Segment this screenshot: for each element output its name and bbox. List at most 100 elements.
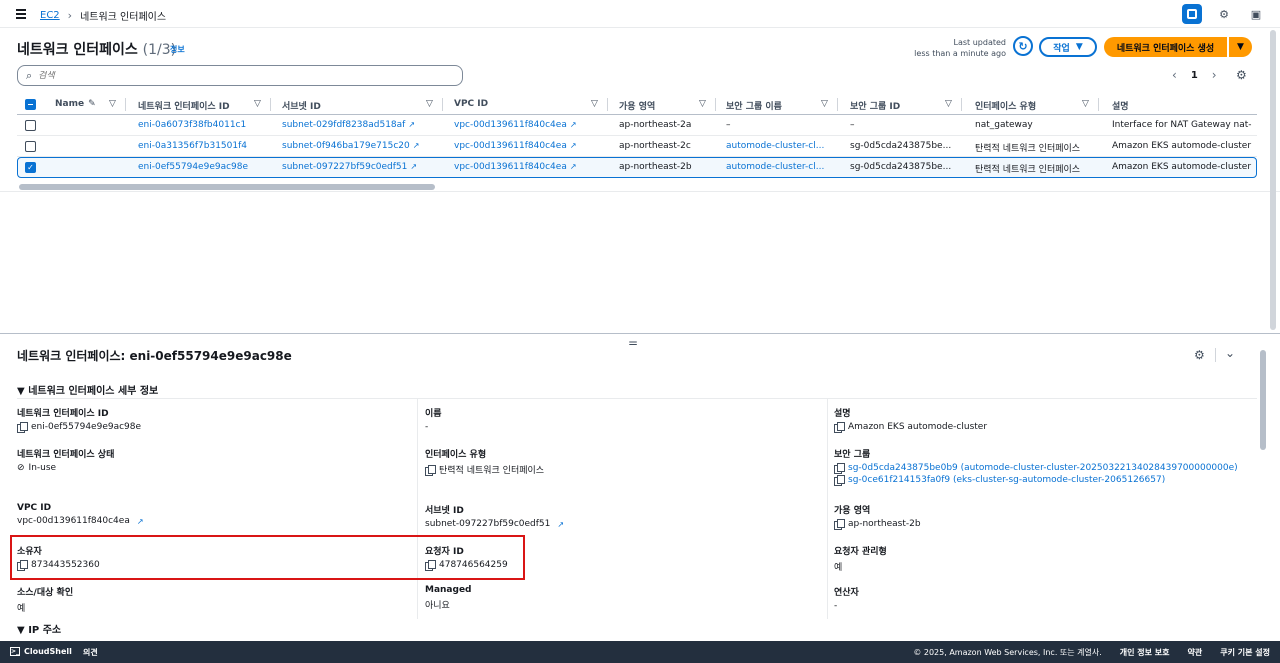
column-divider[interactable] bbox=[607, 98, 608, 111]
sort-icon[interactable]: ▽ bbox=[821, 99, 828, 109]
column-header-sg-id[interactable]: 보안 그룹 ID bbox=[850, 99, 900, 112]
eni-id-link[interactable]: eni-0a6073f38fb4011c1 bbox=[138, 120, 246, 130]
actions-dropdown-button[interactable]: 작업 ▼ bbox=[1039, 37, 1097, 57]
privacy-link[interactable]: 개인 정보 보호 bbox=[1120, 647, 1170, 658]
copy-icon[interactable] bbox=[834, 422, 845, 433]
cloudshell-button[interactable]: >_ CloudShell bbox=[10, 647, 72, 656]
ip-address-section-toggle[interactable]: ▼ IP 주소 bbox=[17, 621, 61, 636]
field-availability-zone: 가용 영역 ap-northeast-2b bbox=[834, 503, 921, 530]
search-field[interactable]: ⌕ bbox=[17, 65, 463, 86]
detail-vertical-scrollbar[interactable] bbox=[1260, 350, 1266, 450]
sort-icon[interactable]: ▽ bbox=[109, 99, 116, 109]
select-all-checkbox[interactable] bbox=[25, 99, 36, 110]
refresh-button[interactable]: ↻ bbox=[1013, 36, 1033, 56]
column-header-subnet-id[interactable]: 서브넷 ID bbox=[282, 99, 321, 112]
table-row[interactable]: eni-0a6073f38fb4011c1 subnet-029fdf8238a… bbox=[17, 115, 1257, 136]
column-header-label: 설명 bbox=[1112, 102, 1129, 112]
gear-icon[interactable]: ⚙ bbox=[1194, 348, 1205, 362]
subnet-id-link[interactable]: subnet-097227bf59c0edf51 ↗ bbox=[425, 519, 564, 529]
security-group-link[interactable]: sg-0d5cda243875be0b9 (automode-cluster-c… bbox=[848, 463, 1238, 473]
sort-icon[interactable]: ▽ bbox=[945, 99, 952, 109]
field-label: 인터페이스 유형 bbox=[425, 450, 487, 460]
column-divider bbox=[417, 399, 418, 619]
description-cell: Amazon EKS automode-cluster bbox=[1112, 141, 1252, 151]
sort-icon[interactable]: ▽ bbox=[254, 99, 261, 109]
sg-id-cell: sg-0d5cda243875be... bbox=[850, 162, 952, 172]
sort-icon[interactable]: ▽ bbox=[1082, 99, 1089, 109]
column-divider[interactable] bbox=[1098, 98, 1099, 111]
breadcrumb-ec2-link[interactable]: EC2 bbox=[40, 10, 60, 21]
table-row-selected[interactable]: ✓ eni-0ef55794e9e9ac98e subnet-097227bf5… bbox=[17, 157, 1257, 178]
field-vpc-id: VPC ID vpc-00d139611f840c4ea ↗ bbox=[17, 503, 144, 526]
eni-id-link[interactable]: eni-0a31356f7b31501f4 bbox=[138, 141, 247, 151]
menu-icon[interactable] bbox=[16, 9, 26, 19]
eni-id-link[interactable]: eni-0ef55794e9e9ac98e bbox=[138, 162, 248, 172]
notifications-icon[interactable]: ▣ bbox=[1246, 4, 1266, 24]
column-header-eni-id[interactable]: 네트워크 인터페이스 ID bbox=[138, 99, 230, 112]
details-section-toggle[interactable]: ▼ 네트워크 인터페이스 세부 정보 bbox=[17, 382, 158, 397]
row-checkbox[interactable] bbox=[25, 120, 36, 131]
page-number[interactable]: 1 bbox=[1191, 70, 1198, 81]
vpc-id-link[interactable]: vpc-00d139611f840c4ea ↗ bbox=[17, 516, 144, 526]
table-settings-gear-icon[interactable]: ⚙ bbox=[1236, 68, 1247, 82]
column-divider[interactable] bbox=[442, 98, 443, 111]
drag-handle-icon[interactable]: = bbox=[628, 336, 638, 350]
copy-icon[interactable] bbox=[834, 463, 845, 474]
table-row[interactable]: eni-0a31356f7b31501f4 subnet-0f946ba179e… bbox=[17, 136, 1257, 157]
sg-name-link[interactable]: automode-cluster-cl... bbox=[726, 141, 824, 151]
gear-icon[interactable]: ⚙ bbox=[1214, 4, 1234, 24]
previous-page-icon[interactable]: ‹ bbox=[1172, 68, 1177, 82]
copy-icon[interactable] bbox=[834, 519, 845, 530]
column-divider[interactable] bbox=[837, 98, 838, 111]
column-header-az[interactable]: 가용 영역 bbox=[619, 99, 655, 112]
column-divider[interactable] bbox=[125, 98, 126, 111]
create-dropdown-button[interactable]: ▼ bbox=[1229, 37, 1252, 57]
info-link[interactable]: 정보 bbox=[170, 44, 185, 55]
vpc-id-text: vpc-00d139611f840c4ea bbox=[454, 141, 567, 151]
cookie-preferences-link[interactable]: 쿠키 기본 설정 bbox=[1220, 647, 1270, 658]
copy-icon[interactable] bbox=[425, 464, 436, 476]
field-label: 이름 bbox=[425, 409, 442, 419]
field-label: 네트워크 인터페이스 ID bbox=[17, 409, 109, 419]
column-header-type[interactable]: 인터페이스 유형 bbox=[975, 99, 1036, 112]
subnet-id-link[interactable]: subnet-029fdf8238ad518af ↗ bbox=[282, 120, 415, 130]
search-input[interactable] bbox=[38, 70, 439, 81]
column-header-sg-name[interactable]: 보안 그룹 이름 bbox=[726, 99, 782, 112]
az-cell: ap-northeast-2a bbox=[619, 120, 692, 130]
security-group-link[interactable]: sg-0ce61f214153fa0f9 (eks-cluster-sg-aut… bbox=[848, 475, 1165, 485]
sort-icon[interactable]: ▽ bbox=[699, 99, 706, 109]
sort-icon[interactable]: ▽ bbox=[426, 99, 433, 109]
subnet-id-link[interactable]: subnet-0f946ba179e715c20 ↗ bbox=[282, 141, 419, 151]
column-divider[interactable] bbox=[961, 98, 962, 111]
panel-toggle-icon[interactable] bbox=[1182, 4, 1202, 24]
row-checkbox-checked[interactable]: ✓ bbox=[25, 162, 36, 173]
sg-name-link[interactable]: automode-cluster-cl... bbox=[726, 162, 824, 172]
column-header-vpc-id[interactable]: VPC ID bbox=[454, 99, 488, 109]
copy-icon[interactable] bbox=[17, 422, 28, 433]
vpc-id-link[interactable]: vpc-00d139611f840c4ea ↗ bbox=[454, 162, 577, 172]
vpc-id-link[interactable]: vpc-00d139611f840c4ea ↗ bbox=[454, 120, 577, 130]
field-value: 탄력적 네트워크 인터페이스 bbox=[439, 466, 545, 476]
vpc-id-link[interactable]: vpc-00d139611f840c4ea ↗ bbox=[454, 141, 577, 151]
field-description: 설명 Amazon EKS automode-cluster bbox=[834, 406, 987, 433]
row-checkbox[interactable] bbox=[25, 141, 36, 152]
sort-icon[interactable]: ▽ bbox=[591, 99, 598, 109]
field-value: eni-0ef55794e9e9ac98e bbox=[31, 422, 142, 432]
terms-link[interactable]: 약관 bbox=[1188, 647, 1203, 658]
column-divider[interactable] bbox=[270, 98, 271, 111]
chevron-down-icon[interactable]: ⌄ bbox=[1225, 346, 1235, 360]
column-header-name[interactable]: Name ✎ bbox=[55, 99, 96, 109]
table-horizontal-scrollbar[interactable] bbox=[19, 184, 435, 190]
subnet-id-link[interactable]: subnet-097227bf59c0edf51 ↗ bbox=[282, 162, 417, 172]
create-network-interface-button[interactable]: 네트워크 인터페이스 생성 bbox=[1104, 37, 1227, 57]
field-interface-type: 인터페이스 유형 탄력적 네트워크 인터페이스 bbox=[425, 447, 544, 476]
page-vertical-scrollbar[interactable] bbox=[1270, 30, 1276, 330]
highlight-annotation-box bbox=[10, 535, 525, 580]
field-status: 네트워크 인터페이스 상태 ⊘ In-use bbox=[17, 447, 114, 473]
column-header-description[interactable]: 설명 bbox=[1112, 99, 1129, 112]
column-divider[interactable] bbox=[715, 98, 716, 111]
detail-panel-title: 네트워크 인터페이스: eni-0ef55794e9e9ac98e bbox=[17, 349, 292, 363]
copy-icon[interactable] bbox=[834, 475, 845, 486]
next-page-icon[interactable]: › bbox=[1212, 68, 1217, 82]
feedback-link[interactable]: 의견 bbox=[83, 647, 98, 658]
